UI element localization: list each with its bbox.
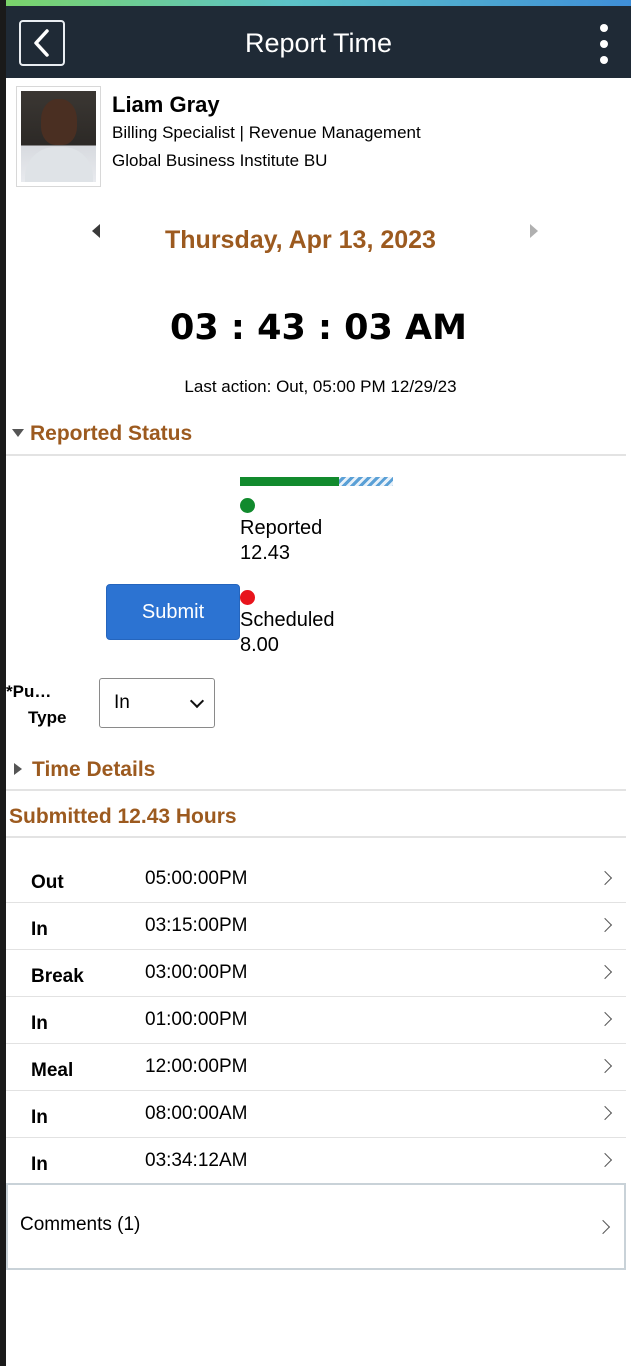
- submitted-hours-title: Submitted 12.43 Hours: [9, 805, 237, 828]
- last-action-text: Last action: Out, 05:00 PM 12/29/23: [184, 377, 457, 396]
- chevron-right-icon: [597, 917, 613, 933]
- avatar: [21, 91, 96, 182]
- scheduled-label: Scheduled: [240, 609, 335, 631]
- chevron-right-icon: [597, 870, 613, 886]
- caret-right-icon: [14, 763, 22, 776]
- chevron-right-icon: [595, 1219, 611, 1235]
- punch-row[interactable]: In 03:34:12AM: [6, 1138, 626, 1185]
- chevron-right-icon: [597, 1058, 613, 1074]
- clock-display: 03 : 43 : 03 AM: [170, 308, 467, 348]
- punch-row[interactable]: In 01:00:00PM: [6, 997, 626, 1044]
- time-details-title: Time Details: [32, 758, 156, 781]
- previous-date-icon[interactable]: [92, 224, 100, 238]
- employee-photo: [16, 86, 101, 187]
- reported-value: 12.43: [240, 542, 291, 564]
- chevron-right-icon: [597, 1152, 613, 1168]
- scheduled-value: 8.00: [240, 634, 279, 656]
- page-title: Report Time: [244, 28, 393, 58]
- punch-row[interactable]: Meal 12:00:00PM: [6, 1044, 626, 1091]
- chevron-right-icon: [597, 964, 613, 980]
- punch-type-label: *Pu… Type: [6, 682, 67, 727]
- punch-type-value: In: [114, 692, 130, 713]
- punch-row[interactable]: In 03:15:00PM: [6, 903, 626, 950]
- reported-label: Reported: [240, 517, 323, 539]
- time-details-header[interactable]: Time Details: [6, 758, 626, 791]
- reported-legend-dot: [240, 498, 255, 513]
- caret-down-icon: [12, 429, 24, 438]
- reported-progress-bar: [240, 477, 393, 486]
- employee-job: Billing Specialist | Revenue Management: [112, 123, 421, 142]
- reported-status-header[interactable]: Reported Status: [6, 422, 626, 456]
- punch-list: Out 05:00:00PM In 03:15:00PM Break 03:00:00…: [6, 856, 626, 1185]
- submit-button[interactable]: Submit: [106, 584, 240, 640]
- chevron-right-icon: [597, 1011, 613, 1027]
- next-date-icon[interactable]: [530, 224, 538, 238]
- punch-row[interactable]: Out 05:00:00PM: [6, 856, 626, 903]
- page-header: Report Time: [6, 6, 631, 78]
- punch-type-select[interactable]: In: [99, 678, 215, 728]
- comments-row[interactable]: Comments (1): [6, 1183, 626, 1270]
- employee-business-unit: Global Business Institute BU: [112, 151, 328, 170]
- chevron-right-icon: [597, 1105, 613, 1121]
- reported-progress-fill: [240, 477, 340, 486]
- scheduled-legend-dot: [240, 590, 255, 605]
- submitted-hours-header: Submitted 12.43 Hours: [6, 805, 626, 838]
- reported-status-title: Reported Status: [30, 422, 193, 445]
- punch-row[interactable]: Break 03:00:00PM: [6, 950, 626, 997]
- punch-row[interactable]: In 08:00:00AM: [6, 1091, 626, 1138]
- chevron-down-icon: [189, 693, 205, 709]
- current-date: Thursday, Apr 13, 2023: [165, 226, 436, 254]
- comments-label: Comments (1): [20, 1214, 141, 1235]
- more-actions-icon[interactable]: [597, 24, 611, 64]
- employee-name: Liam Gray: [112, 92, 220, 117]
